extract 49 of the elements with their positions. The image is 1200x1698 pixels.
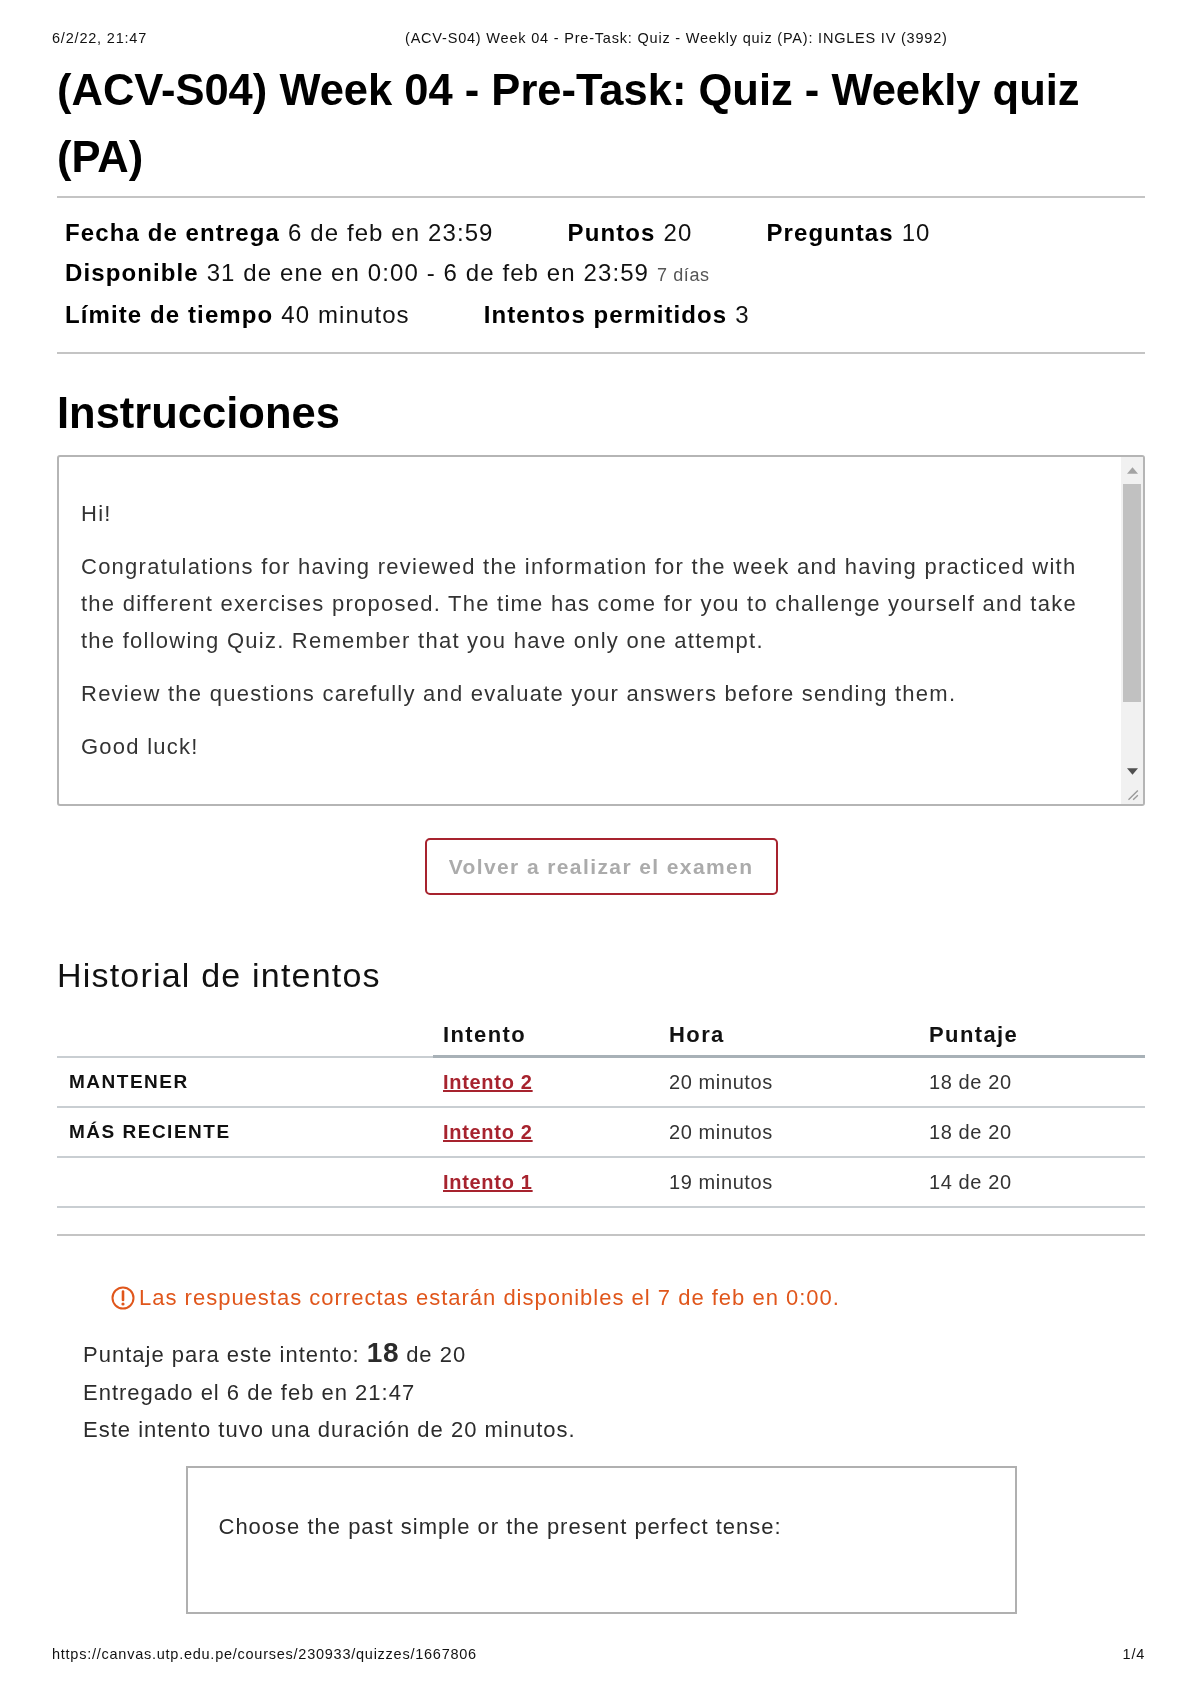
- table-cell: 18 de 20: [929, 1070, 1012, 1094]
- score-text: Puntaje para este intento: 18 de 20: [83, 1336, 468, 1370]
- instruction-paragraph: Review the questions carefully and evaluate your answers before sending them.: [81, 680, 958, 708]
- table-cell: 19 minutos: [669, 1170, 773, 1194]
- table-cell: 18 de 20: [929, 1120, 1012, 1144]
- instruction-paragraph: Good luck!: [81, 733, 200, 761]
- detail-value: 3: [735, 300, 750, 330]
- warning-icon: [111, 1286, 135, 1310]
- attempt-tag: MÁS RECIENTE: [67, 1121, 231, 1143]
- print-url: https://canvas.utp.edu.pe/courses/230933/quizzes/1667806: [52, 1645, 477, 1663]
- instruction-paragraph: Hi!: [81, 500, 113, 528]
- detail-value: 6 de feb en 23:59: [288, 218, 494, 248]
- detail-value: 10: [901, 218, 931, 248]
- attempt-link[interactable]: Intento 1: [443, 1170, 537, 1194]
- detail-label: Puntos: [567, 218, 656, 248]
- attempt-tag: MANTENER: [67, 1071, 189, 1093]
- detail-label: Fecha de entrega: [65, 218, 280, 248]
- section-heading: Historial de intentos: [57, 955, 382, 996]
- page-number: 1/4: [1122, 1645, 1145, 1663]
- detail-label: Disponible: [65, 258, 199, 288]
- question-text: Choose the past simple or the present perfect tense:: [218, 1513, 783, 1541]
- duration-text: Este intento tuvo una duración de 20 minutos.: [83, 1416, 577, 1444]
- column-header: Hora: [669, 1021, 725, 1048]
- scroll-up-icon[interactable]: [1126, 467, 1138, 474]
- resize-handle-icon[interactable]: [1125, 787, 1139, 801]
- detail-label: Preguntas: [766, 218, 894, 248]
- detail-label: Límite de tiempo: [65, 300, 274, 330]
- scrollbar[interactable]: [1121, 457, 1143, 804]
- section-heading: Instrucciones: [57, 388, 341, 438]
- table-cell: 20 minutos: [669, 1070, 773, 1094]
- print-date: 6/2/22, 21:47: [52, 29, 149, 47]
- quiz-title: (ACV-S04) Week 04 - Pre-Task: Quiz - Weekly quiz (PA): [57, 65, 1081, 183]
- attempt-link[interactable]: Intento 2: [443, 1070, 537, 1094]
- notice-text: Las respuestas correctas estarán disponibles el 7 de feb en 0:00.: [139, 1284, 840, 1312]
- detail-note: 7 días: [657, 264, 710, 287]
- detail-value: 31 de ene en 0:00 - 6 de feb en 23:59: [206, 258, 650, 288]
- submitted-text: Entregado el 6 de feb en 21:47: [83, 1379, 417, 1407]
- column-header: Puntaje: [929, 1021, 1019, 1048]
- print-title: (ACV-S04) Week 04 - Pre-Task: Quiz - Weekly quiz (PA): INGLES IV (3992): [405, 29, 948, 47]
- scrollbar-thumb[interactable]: [1123, 484, 1141, 702]
- instruction-paragraph: Congratulations for having reviewed the information for the week and having practiced with the different exercises proposed. The time has come for you to challenge yourself and take the following Quiz. Remember that you have only one attempt.: [81, 553, 1078, 655]
- scroll-down-icon[interactable]: [1126, 768, 1138, 775]
- table-cell: 14 de 20: [929, 1170, 1012, 1194]
- detail-value: 40 minutos: [281, 300, 410, 330]
- detail-label: Intentos permitidos: [483, 300, 728, 330]
- column-header: Intento: [443, 1021, 527, 1048]
- table-cell: 20 minutos: [669, 1120, 773, 1144]
- detail-value: 20: [663, 218, 693, 248]
- attempt-link[interactable]: Intento 2: [443, 1120, 537, 1144]
